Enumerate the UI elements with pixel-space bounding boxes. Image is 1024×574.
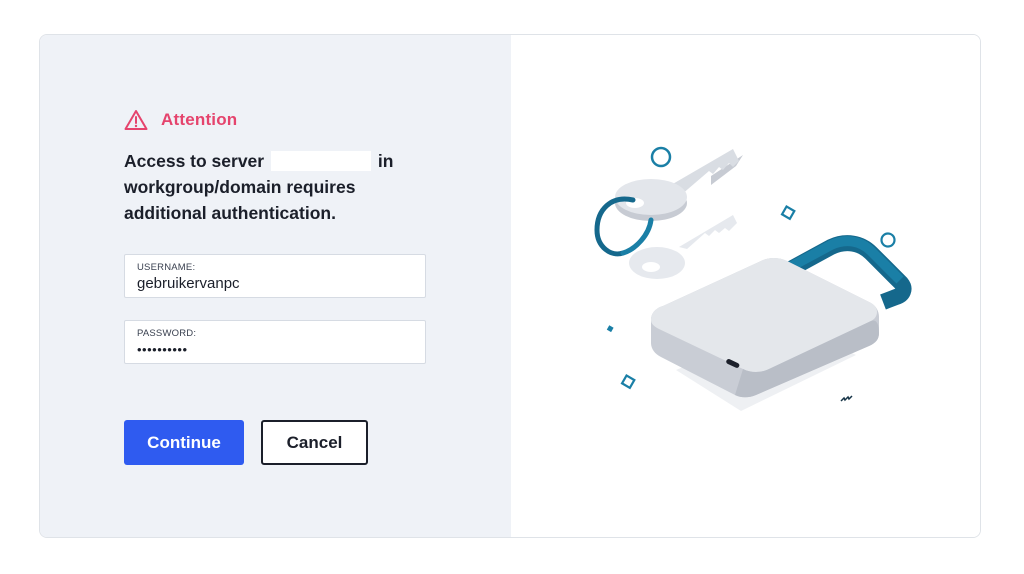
- password-field[interactable]: PASSWORD: ••••••••••: [124, 320, 426, 364]
- decor-square-icon: [780, 205, 796, 221]
- username-label: USERNAME:: [137, 262, 196, 273]
- decor-square-icon: [620, 374, 636, 390]
- attention-title: Attention: [161, 110, 238, 129]
- password-input[interactable]: ••••••••••: [137, 340, 413, 360]
- back-key-icon: [629, 215, 737, 279]
- decor-circle-icon: [880, 232, 896, 248]
- redacted-server-name: [270, 151, 371, 171]
- password-label: PASSWORD:: [137, 328, 197, 339]
- auth-form-pane: Attention Access to server in workgroup/…: [40, 35, 511, 537]
- illustration-pane: [511, 35, 980, 537]
- key-ring-icon: [620, 217, 654, 256]
- username-input[interactable]: gebruikervanpc: [137, 274, 413, 294]
- cancel-button[interactable]: Cancel: [261, 420, 368, 465]
- message-part-1: Access to server: [124, 151, 269, 171]
- auth-message: Access to server in workgroup/domain req…: [124, 148, 424, 226]
- continue-button[interactable]: Continue: [124, 420, 244, 465]
- authentication-dialog: Attention Access to server in workgroup/…: [39, 34, 981, 538]
- warning-triangle-icon: [124, 110, 148, 130]
- decor-zigzag-icon: [840, 395, 853, 402]
- username-field[interactable]: USERNAME: gebruikervanpc: [124, 254, 426, 298]
- decor-circle-icon: [650, 146, 672, 168]
- decor-dot-icon: [606, 325, 614, 333]
- key-icon: [615, 149, 743, 221]
- attention-header: Attention: [124, 109, 237, 131]
- key-and-padlock-illustration: [594, 146, 912, 411]
- padlock-icon: [651, 258, 879, 398]
